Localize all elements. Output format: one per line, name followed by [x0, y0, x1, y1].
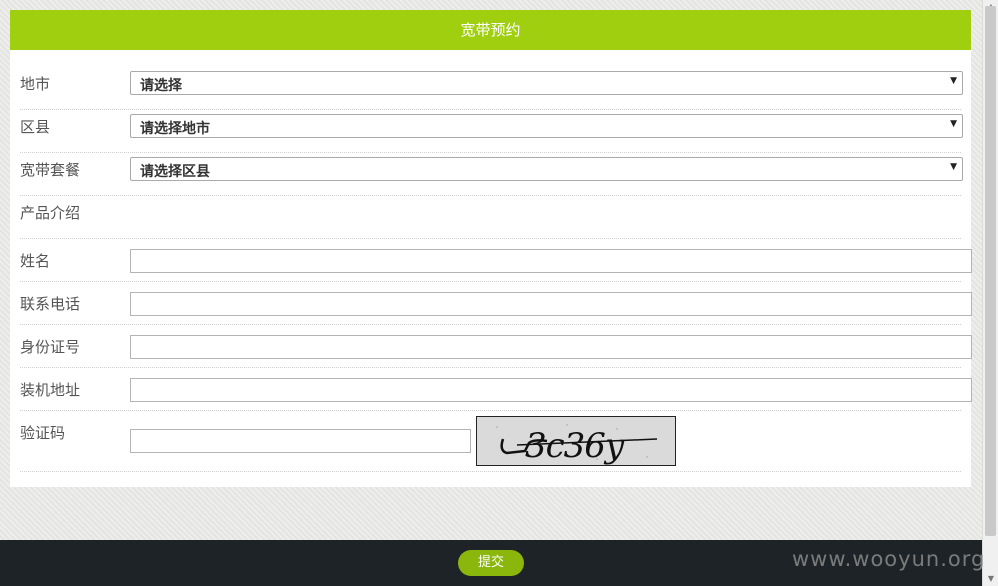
name-input[interactable] — [130, 249, 972, 273]
city-select[interactable]: 请选择 ▼ — [130, 71, 963, 95]
district-select-value: 请选择地市 — [140, 121, 210, 137]
scrollbar-thumb[interactable] — [985, 6, 996, 536]
id-number-input[interactable] — [130, 335, 972, 359]
captcha-input[interactable] — [130, 429, 471, 453]
caret-down-icon: ▼ — [950, 162, 957, 172]
address-label: 装机地址 — [20, 381, 81, 399]
booking-panel: 宽带预约 地市 请选择 ▼ 区县 请选择地市 ▼ 宽带套餐 请选择区县 ▼ 产品… — [10, 10, 972, 487]
footer-bar: 提交 www.wooyun.org — [0, 540, 986, 586]
captcha-text: 3c36y — [525, 426, 625, 465]
district-label: 区县 — [20, 118, 51, 136]
booking-form: 地市 请选择 ▼ 区县 请选择地市 ▼ 宽带套餐 请选择区县 ▼ 产品介绍 姓名 — [20, 67, 972, 472]
form-row-name: 姓名 — [20, 239, 972, 282]
vertical-scrollbar[interactable]: ▲ ▼ — [982, 0, 998, 586]
form-row-package: 宽带套餐 请选择区县 ▼ — [20, 153, 963, 196]
submit-button[interactable]: 提交 — [458, 550, 524, 576]
scroll-down-arrow-icon[interactable]: ▼ — [983, 572, 998, 586]
name-label: 姓名 — [20, 252, 51, 270]
package-label: 宽带套餐 — [20, 161, 81, 179]
id-number-label: 身份证号 — [20, 338, 81, 356]
caret-down-icon: ▼ — [950, 119, 957, 129]
form-row-phone: 联系电话 — [20, 282, 972, 325]
phone-input[interactable] — [130, 292, 972, 316]
form-row-city: 地市 请选择 ▼ — [20, 67, 963, 110]
package-select-value: 请选择区县 — [140, 164, 210, 180]
captcha-label: 验证码 — [20, 424, 66, 442]
address-input[interactable] — [130, 378, 972, 402]
caret-down-icon: ▼ — [950, 76, 957, 86]
city-select-value: 请选择 — [140, 78, 182, 94]
watermark: www.wooyun.org — [792, 547, 986, 571]
form-row-captcha: 验证码 3c36y — [20, 411, 961, 472]
package-select[interactable]: 请选择区县 ▼ — [130, 157, 963, 181]
form-row-id-number: 身份证号 — [20, 325, 972, 368]
captcha-image[interactable]: 3c36y — [476, 416, 676, 466]
phone-label: 联系电话 — [20, 295, 81, 313]
city-label: 地市 — [20, 75, 51, 93]
district-select[interactable]: 请选择地市 ▼ — [130, 114, 963, 138]
form-row-intro: 产品介绍 — [20, 196, 961, 239]
panel-title: 宽带预约 — [10, 10, 971, 50]
form-row-district: 区县 请选择地市 ▼ — [20, 110, 963, 153]
form-row-address: 装机地址 — [20, 368, 972, 411]
intro-label: 产品介绍 — [20, 204, 81, 222]
